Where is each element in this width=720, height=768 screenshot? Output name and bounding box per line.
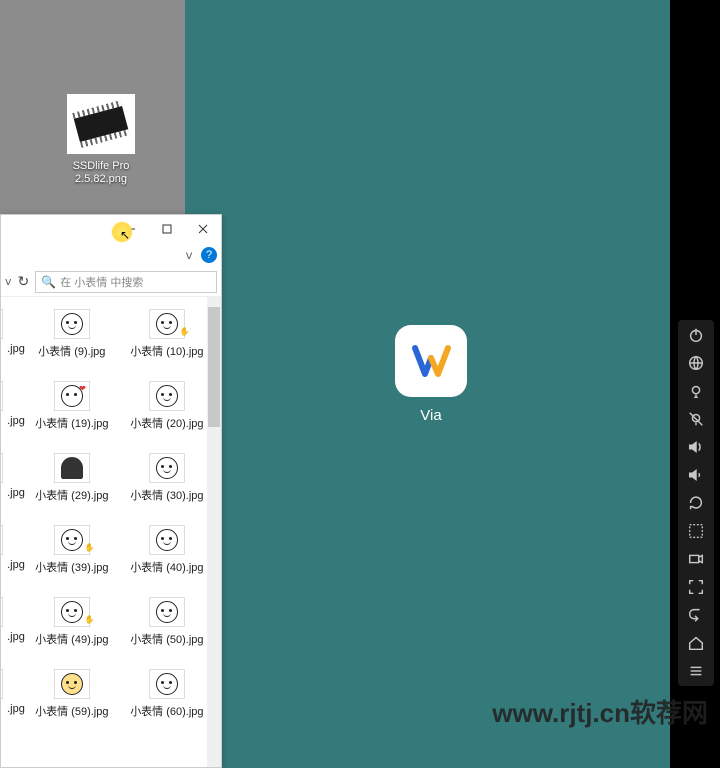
volume-down-icon[interactable] <box>684 466 708 484</box>
window-titlebar[interactable]: ↖ <box>1 215 221 243</box>
record-icon[interactable] <box>684 550 708 568</box>
search-icon: 🔍 <box>41 275 56 289</box>
file-grid: .jpg 小表情 (9).jpg ✋ 小表情 (10).jpg .jpg 小表情… <box>1 297 221 767</box>
file-explorer-window: ↖ ⅴ ? ⅴ ↻ 🔍 在 小表情 中搜索 .jpg 小表情 (9).jpg <box>0 214 222 768</box>
back-icon[interactable] <box>684 606 708 624</box>
file-item[interactable]: 小表情 (50).jpg <box>113 597 221 647</box>
cursor-highlight <box>111 221 133 243</box>
explorer-toolbar: ⅴ ? <box>1 243 221 267</box>
fullscreen-icon[interactable] <box>684 578 708 596</box>
close-button[interactable] <box>185 215 221 243</box>
volume-up-icon[interactable] <box>684 438 708 456</box>
file-item[interactable]: ✋ 小表情 (39).jpg <box>26 525 118 575</box>
menu-icon[interactable] <box>684 662 708 680</box>
file-item[interactable]: 小表情 (19).jpg <box>26 381 118 431</box>
file-item[interactable]: 小表情 (59).jpg <box>26 669 118 719</box>
explorer-navrow: ⅴ ↻ 🔍 在 小表情 中搜索 <box>1 267 221 297</box>
scrollbar-thumb[interactable] <box>208 307 220 427</box>
maximize-button[interactable] <box>149 215 185 243</box>
desktop-file-icon[interactable]: SSDlife Pro 2.5.82.png <box>62 94 140 186</box>
home-icon[interactable] <box>684 634 708 652</box>
app-label: Via <box>395 407 467 424</box>
bulb-on-icon[interactable] <box>684 382 708 400</box>
file-item[interactable]: 小表情 (9).jpg <box>26 309 118 359</box>
chevron-down-icon[interactable]: ⅴ <box>181 247 197 263</box>
desktop-file-label: SSDlife Pro 2.5.82.png <box>62 160 140 186</box>
emulator-sidebar <box>678 320 714 686</box>
search-placeholder: 在 小表情 中搜索 <box>60 274 143 290</box>
power-icon[interactable] <box>684 326 708 344</box>
file-item[interactable]: ✋ 小表情 (49).jpg <box>26 597 118 647</box>
via-app-icon <box>395 325 467 397</box>
screenshot-icon[interactable] <box>684 522 708 540</box>
network-icon[interactable] <box>684 354 708 372</box>
nav-dropdown-icon[interactable]: ⅴ <box>5 275 12 288</box>
search-input[interactable]: 🔍 在 小表情 中搜索 <box>35 271 217 293</box>
file-item[interactable]: 小表情 (20).jpg <box>113 381 221 431</box>
bulb-off-icon[interactable] <box>684 410 708 428</box>
app-launcher-via[interactable]: Via <box>395 325 467 424</box>
watermark-text: www.rjtj.cn软荐网 <box>492 693 708 730</box>
file-item[interactable]: ✋ 小表情 (10).jpg <box>113 309 221 359</box>
help-button[interactable]: ? <box>201 247 217 263</box>
file-item[interactable]: 小表情 (29).jpg <box>26 453 118 503</box>
chip-thumbnail <box>67 94 135 154</box>
file-item[interactable]: 小表情 (60).jpg <box>113 669 221 719</box>
file-item[interactable]: 小表情 (40).jpg <box>113 525 221 575</box>
rotate-icon[interactable] <box>684 494 708 512</box>
scrollbar[interactable] <box>207 297 221 767</box>
file-item[interactable]: 小表情 (30).jpg <box>113 453 221 503</box>
refresh-button[interactable]: ↻ <box>18 273 30 290</box>
